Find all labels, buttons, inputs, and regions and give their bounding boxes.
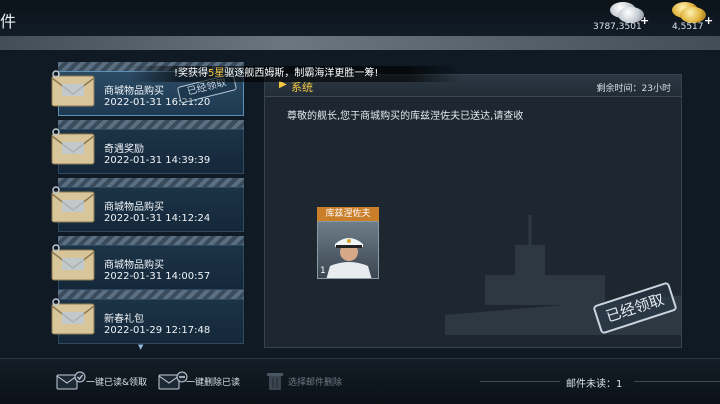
mail-item-title: 商城物品购买	[104, 202, 164, 213]
delete-read-label: 一键删除已读	[186, 378, 241, 388]
commander-portrait	[317, 221, 379, 279]
delete-selected-label: 选择邮件删除	[288, 378, 343, 388]
scroll-down-icon[interactable]: ▼	[138, 343, 143, 351]
mail-item-title: 商城物品购买	[104, 260, 164, 271]
announcement-marquee: !奖获得5星驱逐舰西姆斯，制霸海洋更胜一筹!	[130, 66, 460, 82]
attachment-quantity: 1	[320, 266, 326, 276]
add-gold-icon[interactable]: +	[704, 14, 713, 27]
mail-item-title: 奇遇奖励	[104, 144, 144, 155]
silver-currency[interactable]: + 3787,3501	[590, 2, 650, 34]
mail-body: 尊敬的舰长,您于商城购买的库兹涅佐夫已送达,请查收	[287, 111, 524, 122]
gold-value: 4,5517	[672, 22, 704, 32]
mail-item[interactable]: 奇遇奖励 2022-01-31 14:39:39	[48, 120, 244, 174]
mail-item[interactable]: 商城物品购买 2022-01-31 14:12:24	[48, 178, 244, 232]
envelope-icon	[51, 298, 95, 335]
mail-item[interactable]: 商城物品购买 2022-01-31 14:00:57	[48, 236, 244, 290]
remaining-time: 剩余时间：23小时	[596, 84, 671, 94]
mail-item-title: 商城物品购买	[104, 86, 164, 97]
mail-item-date: 2022-01-31 14:00:57	[104, 271, 211, 282]
mail-item-title: 新春礼包	[104, 314, 144, 325]
page-title: 件	[0, 12, 17, 31]
mail-item[interactable]: 新春礼包 2022-01-29 12:17:48	[48, 290, 244, 344]
attachment-name: 库兹涅佐夫	[317, 207, 379, 221]
gold-currency[interactable]: + 4,5517	[668, 2, 720, 34]
announcement-prefix: !奖获得	[174, 68, 209, 79]
officer-portrait-icon	[326, 238, 372, 278]
mail-item-date: 2022-01-29 12:17:48	[104, 325, 211, 336]
mail-detail-panel: ▶ 系统 剩余时间：23小时 尊敬的舰长,您于商城购买的库兹涅佐夫已送达,请查收…	[264, 74, 682, 348]
attachment-item[interactable]: 库兹涅佐夫 1	[317, 207, 379, 281]
announcement-suffix: 驱逐舰西姆斯，制霸海洋更胜一筹!	[224, 68, 379, 79]
envelope-icon	[51, 128, 95, 165]
top-bar: 件 + 3787,3501 + 4,5517	[0, 0, 720, 36]
banner-band	[0, 36, 720, 50]
divider	[480, 381, 560, 382]
silver-value: 3787,3501	[593, 22, 642, 32]
unread-count: 邮件未读：1	[566, 379, 623, 390]
delete-read-button[interactable]: 一键删除已读	[158, 369, 248, 393]
envelope-icon	[51, 186, 95, 223]
mail-item-date: 2022-01-31 14:12:24	[104, 213, 211, 224]
read-all-claim-button[interactable]: 一键已读&领取	[56, 369, 156, 393]
delete-selected-button[interactable]: 选择邮件删除	[264, 369, 364, 393]
announcement-stars: 5星	[208, 68, 225, 79]
envelope-icon	[51, 244, 95, 281]
mail-list[interactable]: 商城物品购买 2022-01-31 16:21:20 已经领取 奇遇奖励 202…	[48, 62, 244, 344]
mail-check-icon	[56, 371, 86, 390]
gold-coin-icon	[680, 7, 706, 23]
mail-item-date: 2022-01-31 14:39:39	[104, 155, 211, 166]
mail-minus-icon	[158, 371, 188, 390]
read-all-claim-label: 一键已读&领取	[86, 378, 148, 388]
envelope-icon	[51, 70, 95, 107]
divider	[634, 381, 720, 382]
bottom-bar: 一键已读&领取 一键删除已读 选择邮件删除 邮件未读：1	[0, 358, 720, 404]
